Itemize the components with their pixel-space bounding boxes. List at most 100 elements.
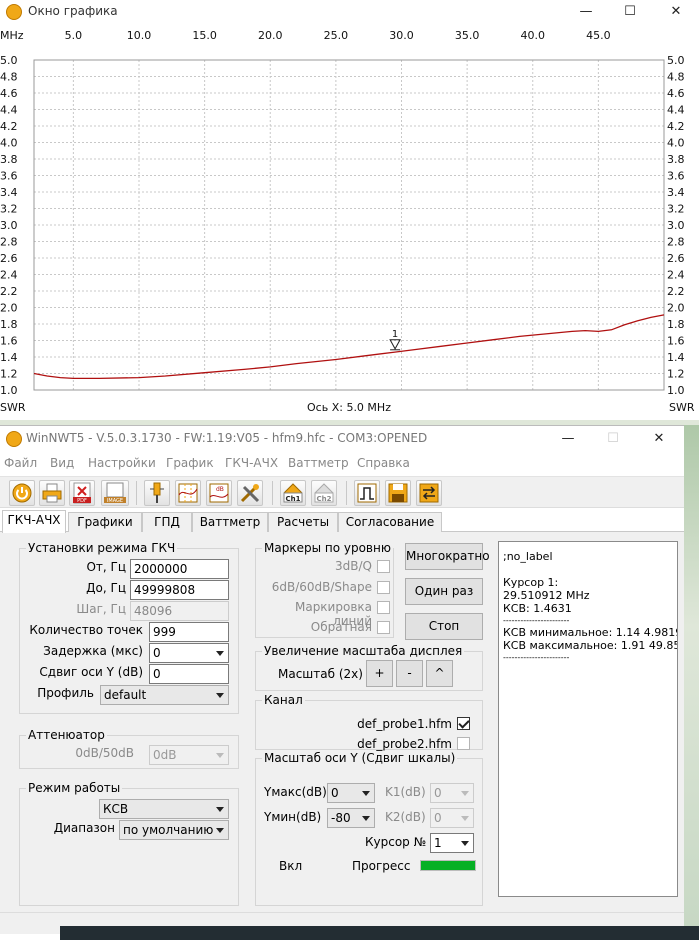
tab-bar: ГКЧ-АЧХ Графики ГПД Ваттметр Расчеты Сог… — [0, 510, 684, 533]
menu-wattmeter[interactable]: Ваттметр — [288, 456, 349, 470]
menu-help[interactable]: Справка — [357, 456, 410, 470]
marker-3db-checkbox[interactable] — [377, 560, 390, 573]
zoom-out-button[interactable]: - — [396, 660, 423, 687]
menu-graph[interactable]: График — [166, 456, 214, 470]
sweep-icon[interactable] — [354, 480, 380, 506]
marker-lines-checkbox[interactable] — [377, 601, 390, 614]
pdf-icon[interactable]: PDF — [69, 480, 95, 506]
probe-icon[interactable] — [144, 480, 170, 506]
menu-view[interactable]: Вид — [50, 456, 74, 470]
cursor-select[interactable]: 1 — [430, 833, 474, 853]
graph-window-title: Окно графика — [28, 4, 118, 18]
ch1-icon[interactable]: Ch1 — [280, 480, 306, 506]
y-tick-label-right: 1.4 — [667, 351, 685, 364]
ymax-label: Yмакс(dB) — [264, 785, 327, 799]
attenuator-select: 0dB — [149, 745, 229, 765]
print-icon[interactable] — [39, 480, 65, 506]
svg-text:Ch1: Ch1 — [286, 495, 301, 503]
step-label: Шаг, Гц — [76, 602, 126, 616]
attenuator-group: Аттенюатор 0dB/50dB 0dB — [19, 728, 239, 769]
main-titlebar: WinNWT5 - V.5.0.3.1730 - FW:1.19:V05 - h… — [0, 426, 684, 452]
y-tick-label-right: 3.6 — [667, 170, 685, 183]
zoom-reset-button[interactable]: ^ — [426, 660, 453, 687]
profile-value: default — [104, 688, 147, 702]
y-tick-label-right: 3.8 — [667, 153, 685, 166]
x-tick-label: 30.0 — [389, 29, 414, 42]
marker-inverse-checkbox[interactable] — [377, 621, 390, 634]
svg-text:Ch2: Ch2 — [317, 495, 332, 503]
menu-settings[interactable]: Настройки — [88, 456, 156, 470]
probe1-checkbox[interactable] — [457, 717, 470, 730]
y-tick-label-left: 4.0 — [0, 137, 18, 150]
profile-select[interactable]: default — [100, 685, 229, 705]
on-label: Вкл — [279, 859, 303, 873]
swr-chart[interactable]: 1.0 1.0 1.2 1.2 1.4 1.4 1.6 1.6 1.8 1.8 2.0 2.0 2.2 2… — [0, 24, 699, 420]
svg-text:IMAGE: IMAGE — [107, 498, 123, 504]
info-line: ----------------------- — [503, 653, 570, 662]
probe2-checkbox[interactable] — [457, 737, 470, 750]
info-line — [503, 563, 673, 576]
app-icon — [6, 4, 22, 20]
y-tick-label-left: 1.4 — [0, 351, 18, 364]
range-select[interactable]: по умолчанию — [119, 820, 229, 840]
y-tick-label-left: 2.8 — [0, 236, 18, 249]
from-input[interactable]: 2000000 — [130, 559, 229, 579]
chevron-down-icon — [362, 791, 370, 796]
points-input[interactable]: 999 — [149, 622, 229, 642]
ymin-label: Yмин(dB) — [264, 810, 322, 824]
marker-inverse-label: Обратная — [310, 620, 372, 634]
group-title: Аттенюатор — [26, 728, 107, 742]
y-tick-label-right: 2.6 — [667, 252, 685, 265]
tab-sweep[interactable]: ГКЧ-АЧХ — [2, 510, 66, 533]
chevron-down-icon — [216, 693, 224, 698]
y-tick-label-right: 2.8 — [667, 236, 685, 249]
level-markers-group: Маркеры по уровню 3dB/Q 6dB/60dB/Shape М… — [255, 541, 394, 638]
power-icon[interactable] — [9, 480, 35, 506]
once-button[interactable]: Один раз — [405, 578, 483, 605]
maximize-button[interactable]: ☐ — [598, 429, 628, 449]
delay-select[interactable]: 0 — [149, 643, 229, 663]
ymax-value: 0 — [331, 786, 339, 800]
range-label: Диапазон — [53, 821, 115, 835]
probe2-label: def_probe2.hfm — [357, 737, 452, 751]
save-icon[interactable] — [385, 480, 411, 506]
maximize-button[interactable]: ☐ — [615, 2, 645, 22]
k2-value: 0 — [434, 811, 442, 825]
image-icon[interactable]: IMAGE — [101, 480, 129, 506]
tab-vfo[interactable]: ГПД — [142, 512, 192, 532]
stop-button[interactable]: Стоп — [405, 613, 483, 640]
tab-matching[interactable]: Согласование — [338, 512, 442, 532]
cursor-grid-icon[interactable] — [175, 480, 201, 506]
ymin-select[interactable]: -80 — [327, 808, 375, 828]
tab-graphs[interactable]: Графики — [68, 512, 142, 532]
to-input[interactable]: 49999808 — [130, 580, 229, 600]
y-tick-label-right: 3.4 — [667, 186, 685, 199]
y-tick-label-right: 4.4 — [667, 104, 685, 117]
close-button[interactable]: ✕ — [661, 2, 691, 22]
minimize-button[interactable]: — — [571, 2, 601, 22]
tab-calculations[interactable]: Расчеты — [268, 512, 338, 532]
menu-file[interactable]: Файл — [4, 456, 37, 470]
marker-shape-checkbox[interactable] — [377, 581, 390, 594]
x-tick-label: 15.0 — [192, 29, 217, 42]
mode-select[interactable]: КСВ — [99, 799, 229, 819]
ymin-value: -80 — [331, 811, 351, 825]
ymax-select[interactable]: 0 — [327, 783, 375, 803]
y-tick-label-left: 2.0 — [0, 302, 18, 315]
yshift-input[interactable]: 0 — [149, 664, 229, 684]
menu-sweep[interactable]: ГКЧ-АЧХ — [225, 456, 278, 470]
swap-icon[interactable] — [416, 480, 442, 506]
minimize-button[interactable]: — — [553, 429, 583, 449]
tab-wattmeter[interactable]: Ваттметр — [192, 512, 268, 532]
db-graph-icon[interactable]: dB — [206, 480, 232, 506]
from-label: От, Гц — [86, 560, 126, 574]
repeat-button[interactable]: Многократно — [405, 543, 490, 570]
info-line: КСВ: 1.4631 — [503, 602, 572, 615]
y-axis-label-left: SWR — [0, 401, 26, 414]
tools-icon[interactable] — [237, 480, 263, 506]
ch2-icon[interactable]: Ch2 — [311, 480, 337, 506]
zoom-in-button[interactable]: + — [366, 660, 393, 687]
group-title: Увеличение масштаба дисплея — [262, 644, 465, 658]
close-button[interactable]: ✕ — [644, 429, 674, 449]
plot-frame — [33, 59, 665, 391]
